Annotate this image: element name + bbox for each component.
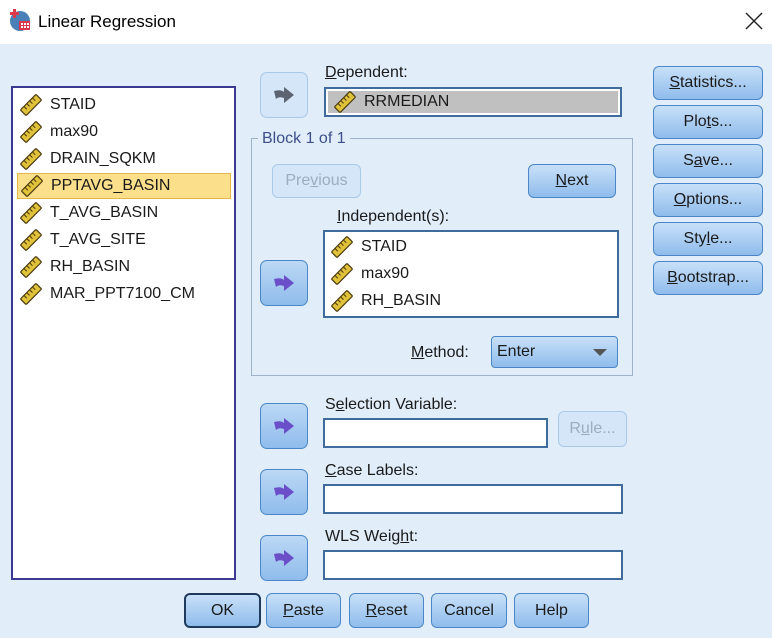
wls-weight-label: WLS Weight: [325, 528, 419, 545]
case-labels-label: Case Labels: [325, 462, 419, 479]
case-labels-field[interactable] [323, 484, 623, 514]
independent-list-item[interactable]: STAID [331, 234, 407, 260]
scale-ruler-icon [20, 202, 42, 224]
variable-list-item[interactable]: max90 [17, 119, 231, 145]
scale-ruler-icon [331, 290, 353, 312]
block-legend: Block 1 of 1 [258, 130, 350, 148]
scale-ruler-icon [20, 283, 42, 305]
variable-list-item[interactable]: MAR_PPT7100_CM [17, 281, 231, 307]
style-button[interactable]: Sty l e... [653, 222, 763, 256]
variable-list-item[interactable]: STAID [17, 92, 231, 118]
variable-name: PPTAVG_BASIN [51, 177, 171, 194]
independent-list-item[interactable]: max90 [331, 261, 409, 287]
previous-button[interactable]: Pre v ious [272, 164, 361, 198]
variable-name: T_AVG_SITE [50, 231, 146, 248]
dependent-field[interactable]: RRMEDIAN [324, 87, 622, 117]
source-variable-list[interactable]: STAID max90 DRAIN_SQKM PPTAVG_BASIN T_AVG_BA… [11, 86, 236, 580]
variable-name: RH_BASIN [361, 292, 442, 309]
save-button[interactable]: Sa ve... [653, 144, 763, 178]
spss-dialog-icon [10, 9, 30, 31]
move-to-dependent-button[interactable] [260, 72, 308, 118]
variable-name: RH_BASIN [50, 258, 131, 275]
plots-button[interactable]: Plo t s... [653, 105, 763, 139]
dependent-value: RRMEDIAN [364, 93, 450, 110]
bootstrap-button[interactable]: Bootstrap... [653, 261, 763, 295]
cancel-button[interactable]: Cancel [431, 593, 507, 628]
variable-name: DRAIN_SQKM [50, 150, 156, 167]
variable-list-item[interactable]: RH_BASIN [17, 254, 231, 280]
arrow-right-icon [274, 418, 294, 434]
statistics-button[interactable]: Statistics... [653, 66, 763, 100]
scale-ruler-icon [20, 94, 42, 116]
method-value: Enter [497, 343, 536, 360]
close-icon[interactable] [744, 11, 764, 31]
arrow-right-icon [274, 484, 294, 500]
independents-label: Independent(s): [337, 208, 450, 225]
variable-name: MAR_PPT7100_CM [50, 285, 195, 302]
variable-list-item[interactable]: T_AVG_SITE [17, 227, 231, 253]
wls-weight-field[interactable] [323, 550, 623, 580]
arrow-right-icon [274, 87, 294, 103]
next-button[interactable]: Next [528, 164, 616, 198]
move-to-case-labels-button[interactable] [260, 469, 308, 515]
title-bar: Linear Regression [0, 0, 772, 44]
variable-name: STAID [50, 96, 96, 113]
method-label: Method: [411, 344, 469, 361]
independents-list[interactable]: STAID max90 RH_BASIN [323, 230, 619, 318]
scale-ruler-icon [331, 263, 353, 285]
move-to-wls-weight-button[interactable] [260, 535, 308, 581]
chevron-down-icon [593, 349, 607, 356]
move-to-independents-button[interactable] [260, 260, 308, 306]
scale-ruler-icon [20, 229, 42, 251]
variable-name: T_AVG_BASIN [50, 204, 159, 221]
scale-ruler-icon [21, 175, 43, 197]
variable-list-item[interactable]: DRAIN_SQKM [17, 146, 231, 172]
ok-button[interactable]: OK [184, 593, 261, 628]
scale-ruler-icon [331, 236, 353, 258]
scale-ruler-icon [20, 256, 42, 278]
variable-list-item[interactable]: PPTAVG_BASIN [17, 173, 231, 199]
variable-name: max90 [361, 265, 410, 282]
dependent-label: Dependent: [325, 64, 408, 81]
reset-button[interactable]: Reset [349, 593, 424, 628]
scale-ruler-icon [334, 91, 356, 113]
arrow-right-icon [274, 275, 294, 291]
variable-name: STAID [361, 238, 407, 255]
variable-list-item[interactable]: T_AVG_BASIN [17, 200, 231, 226]
arrow-right-icon [274, 550, 294, 566]
selection-variable-label: Selection Variable: [325, 396, 458, 413]
variable-name: max90 [50, 123, 99, 140]
move-to-selection-variable-button[interactable] [260, 403, 308, 449]
window-title: Linear Regression [38, 12, 176, 31]
scale-ruler-icon [20, 121, 42, 143]
help-button[interactable]: Help [514, 593, 589, 628]
rule-button[interactable]: Ru le... [558, 411, 627, 447]
selection-variable-field[interactable] [323, 418, 548, 448]
method-dropdown[interactable]: Enter [491, 336, 618, 368]
options-button[interactable]: Options... [653, 183, 763, 217]
independent-list-item[interactable]: RH_BASIN [331, 288, 441, 314]
paste-button[interactable]: Paste [266, 593, 341, 628]
scale-ruler-icon [20, 148, 42, 170]
